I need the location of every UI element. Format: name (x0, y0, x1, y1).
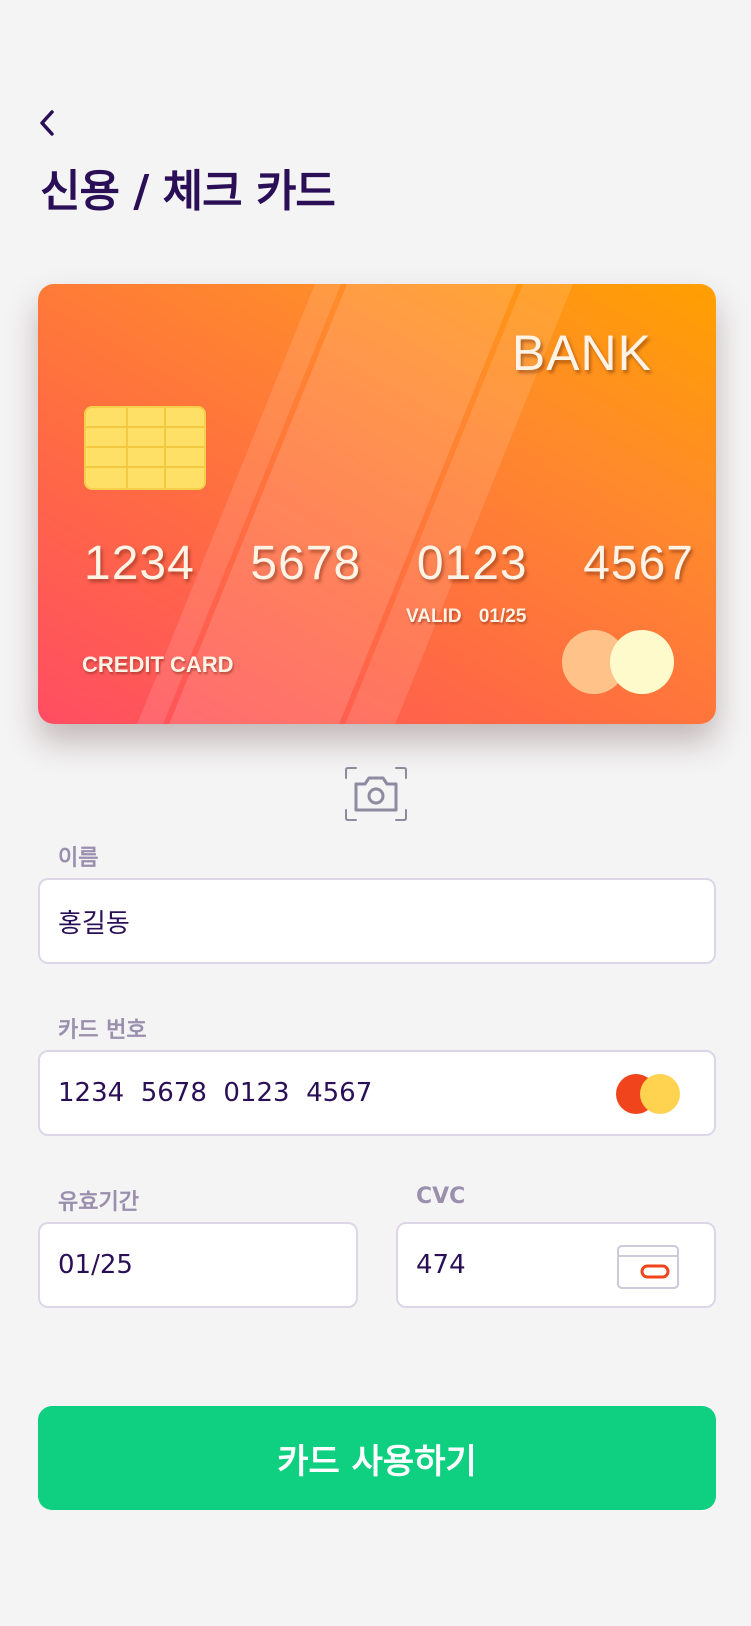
card-number-label: 카드 번호 (58, 1018, 147, 1043)
back-arrow-icon (40, 110, 54, 136)
expiry-input[interactable] (58, 1250, 356, 1280)
name-field[interactable] (38, 878, 716, 964)
camera-scan-icon (345, 767, 407, 821)
expiry-field[interactable] (38, 1222, 358, 1308)
card-number-group: 5678 (250, 537, 362, 590)
card-number-group: 0123 (416, 537, 528, 590)
card-number-display: 1234 5678 0123 4567 (84, 536, 694, 591)
card-number-group: 4567 (583, 537, 694, 590)
cvc-label: CVC (416, 1184, 466, 1209)
cvc-field[interactable] (396, 1222, 716, 1308)
card-chip-icon (84, 406, 206, 490)
cvc-card-icon (617, 1245, 679, 1289)
cvc-input[interactable] (416, 1250, 566, 1280)
back-button[interactable] (36, 106, 66, 140)
name-input[interactable] (58, 906, 714, 936)
card-brand-logo-icon (562, 628, 682, 694)
page-title: 신용 / 체크 카드 (40, 166, 336, 217)
card-type-label: CREDIT CARD (82, 652, 234, 677)
card-number-input[interactable]: 1234 5678 0123 4567 (58, 1078, 372, 1108)
expiry-label: 유효기간 (58, 1190, 139, 1215)
card-bank-name: BANK (511, 325, 652, 381)
name-label: 이름 (58, 846, 99, 871)
card-valid-date: VALID 01/25 (406, 606, 527, 627)
mastercard-icon (616, 1074, 680, 1114)
card-number-group: 1234 (84, 537, 195, 590)
use-card-button[interactable]: 카드 사용하기 (38, 1406, 716, 1510)
card-number-field[interactable]: 1234 5678 0123 4567 (38, 1050, 716, 1136)
credit-card-preview: BANK 1234 5678 0123 4567 VALID 01/25 CRE… (38, 284, 716, 724)
scan-card-button[interactable] (344, 766, 408, 822)
